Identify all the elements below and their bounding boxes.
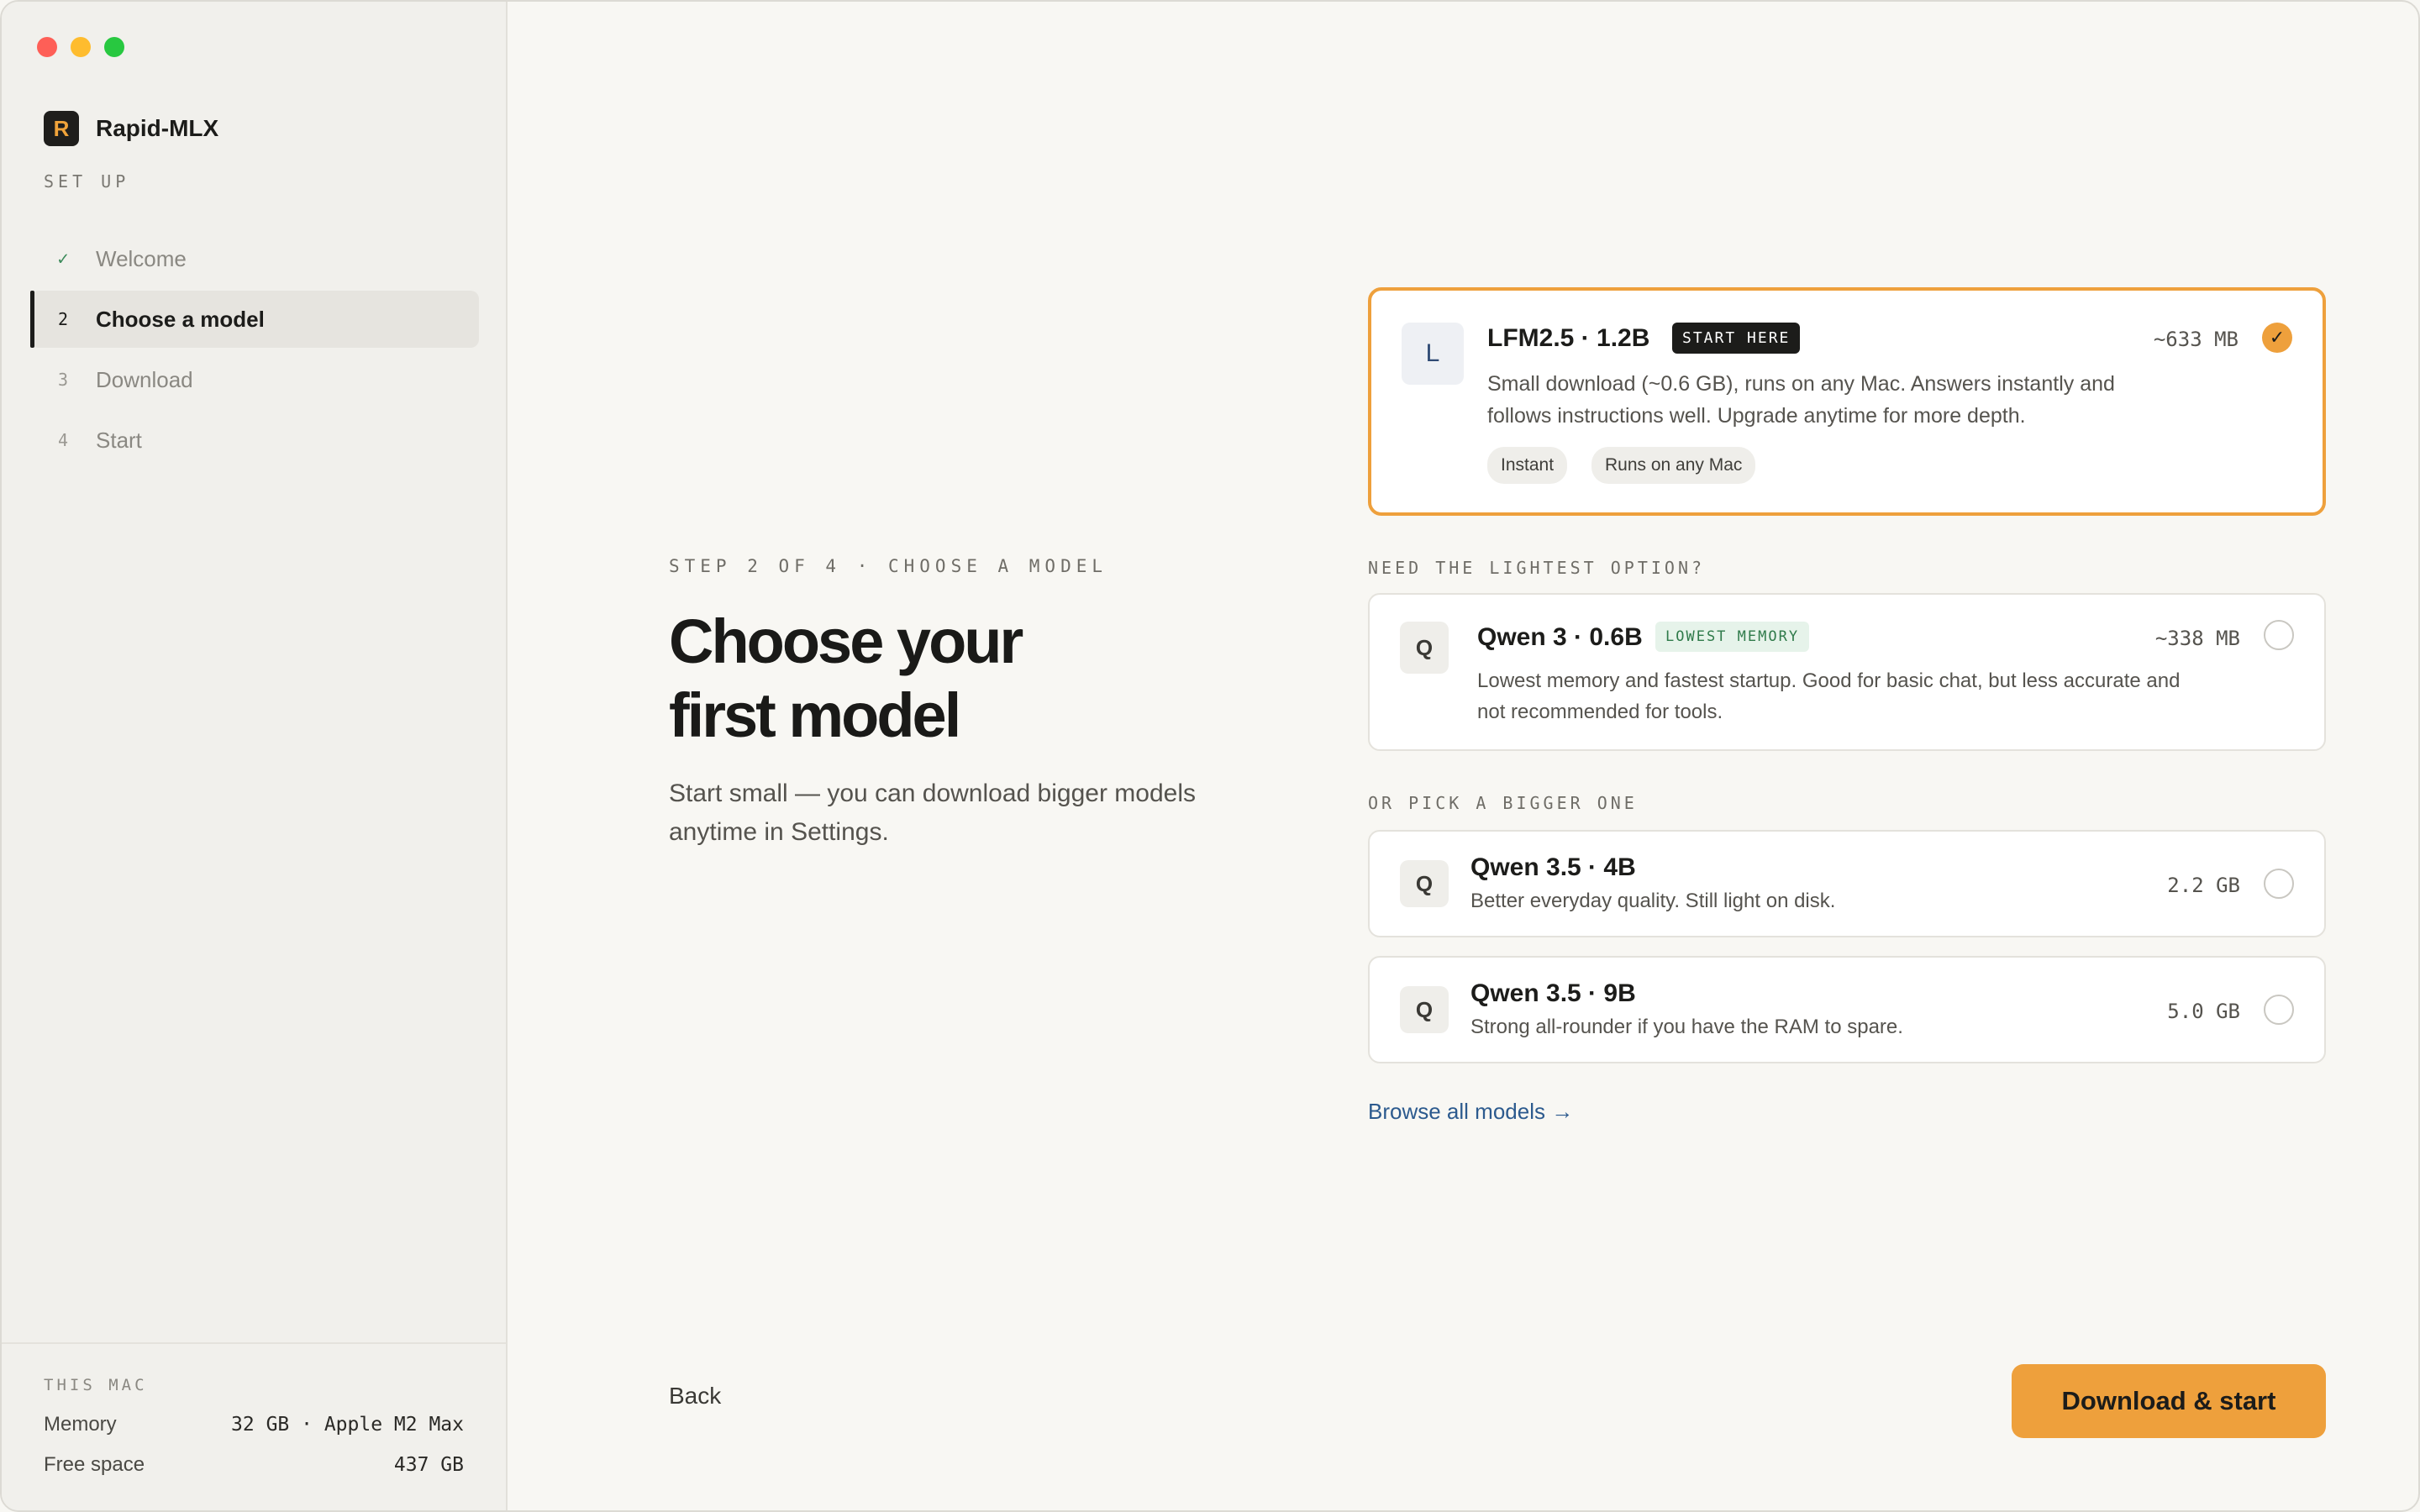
model-avatar: Q <box>1400 986 1449 1033</box>
zoom-window-button[interactable] <box>104 37 124 57</box>
model-card-qwen3-0-6b[interactable]: Q Qwen 3 · 0.6B LOWEST MEMORY ~338 MB Lo… <box>1368 593 2326 751</box>
bigger-section-label: OR PICK A BIGGER ONE <box>1368 793 1638 813</box>
step-number: 4 <box>57 430 69 450</box>
memory-row: Memory 32 GB · Apple M2 Max <box>44 1404 464 1445</box>
brand: R Rapid-MLX <box>44 111 218 146</box>
model-description: Better everyday quality. Still light on … <box>1470 890 1836 912</box>
sidebar: R Rapid-MLX SET UP ✓ Welcome 2 Choose a … <box>2 2 508 1510</box>
model-size: 5.0 GB <box>2167 1000 2240 1023</box>
model-description-line-2: not recommended for tools. <box>1477 701 1723 723</box>
lightest-section-label: NEED THE LIGHTEST OPTION? <box>1368 558 1706 578</box>
app-window: R Rapid-MLX SET UP ✓ Welcome 2 Choose a … <box>0 0 2420 1512</box>
model-list: L LFM2.5 · 1.2B START HERE ~633 MB ✓ Sma… <box>1368 287 2326 1125</box>
page-subtitle: Start small — you can download bigger mo… <box>669 780 1196 846</box>
checkmark-icon: ✓ <box>57 248 69 270</box>
intro-column: STEP 2 OF 4 · CHOOSE A MODEL Choose your… <box>669 556 1257 852</box>
page-title-line-2: first model <box>669 680 961 750</box>
model-title: Qwen 3 · 0.6B <box>1477 623 1643 651</box>
step-choose-model[interactable]: 2 Choose a model <box>30 291 479 348</box>
model-size: 2.2 GB <box>2167 874 2240 897</box>
model-description-line-2: follows instructions well. Upgrade anyti… <box>1487 404 2026 428</box>
model-avatar: Q <box>1400 860 1449 907</box>
step-number: 2 <box>57 309 69 329</box>
page-title-line-1: Choose your <box>669 606 1023 676</box>
step-start[interactable]: 4 Start <box>30 412 479 469</box>
model-select-radio[interactable] <box>2264 995 2294 1025</box>
model-card-lfm2-5[interactable]: L LFM2.5 · 1.2B START HERE ~633 MB ✓ Sma… <box>1368 287 2326 516</box>
model-size: ~338 MB <box>2154 627 2240 650</box>
step-welcome[interactable]: ✓ Welcome <box>30 230 479 287</box>
model-avatar: L <box>1402 323 1464 385</box>
setup-section-label: SET UP <box>44 171 130 192</box>
browse-all-models-link[interactable]: Browse all models → <box>1368 1099 2326 1125</box>
tag-instant: Instant <box>1487 447 1568 484</box>
model-title: Qwen 3.5 · 9B <box>1470 979 1636 1007</box>
step-label: Choose a model <box>96 306 265 332</box>
step-eyebrow: STEP 2 OF 4 · CHOOSE A MODEL <box>669 556 1108 576</box>
page-title: Choose your first model <box>669 605 1257 753</box>
model-select-radio[interactable]: ✓ <box>2262 323 2292 353</box>
model-select-radio[interactable] <box>2264 869 2294 899</box>
model-description: Lowest memory and fastest startup. Good … <box>1477 665 2284 727</box>
model-size: ~633 MB <box>2153 328 2238 351</box>
start-here-badge: START HERE <box>1672 323 1801 354</box>
step-label: Welcome <box>96 245 187 271</box>
memory-value: 32 GB · Apple M2 Max <box>231 1414 464 1436</box>
this-mac-panel: THIS MAC Memory 32 GB · Apple M2 Max Fre… <box>2 1342 506 1485</box>
minimize-window-button[interactable] <box>71 37 91 57</box>
model-select-radio[interactable] <box>2264 620 2294 650</box>
lowest-memory-badge: LOWEST MEMORY <box>1655 622 1810 652</box>
model-title: Qwen 3.5 · 4B <box>1470 853 1636 881</box>
step-number: 3 <box>57 370 69 390</box>
download-and-start-button[interactable]: Download & start <box>2012 1364 2326 1438</box>
checkmark-icon: ✓ <box>2269 327 2286 348</box>
window-controls <box>37 37 124 57</box>
model-card-qwen3-5-9b[interactable]: Q Qwen 3.5 · 9B Strong all-rounder if yo… <box>1368 956 2326 1063</box>
model-description: Small download (~0.6 GB), runs on any Ma… <box>1487 368 2244 432</box>
step-label: Start <box>96 427 142 453</box>
model-description: Strong all-rounder if you have the RAM t… <box>1470 1016 1903 1038</box>
close-window-button[interactable] <box>37 37 57 57</box>
model-description-line-1: Lowest memory and fastest startup. Good … <box>1477 669 2181 692</box>
memory-label: Memory <box>44 1413 117 1436</box>
setup-steps: ✓ Welcome 2 Choose a model 3 Download 4 … <box>30 230 479 472</box>
free-space-label: Free space <box>44 1453 145 1476</box>
step-label: Download <box>96 366 193 392</box>
app-logo-icon: R <box>44 111 79 146</box>
app-name: Rapid-MLX <box>96 115 219 141</box>
free-space-value: 437 GB <box>393 1454 464 1476</box>
tag-runs-on-any-mac: Runs on any Mac <box>1591 447 1756 484</box>
model-description-line-1: Small download (~0.6 GB), runs on any Ma… <box>1487 372 2115 396</box>
step-download[interactable]: 3 Download <box>30 351 479 408</box>
model-card-qwen3-5-4b[interactable]: Q Qwen 3.5 · 4B Better everyday quality.… <box>1368 830 2326 937</box>
this-mac-title: THIS MAC <box>44 1376 148 1394</box>
free-space-row: Free space 437 GB <box>44 1445 464 1485</box>
back-button[interactable]: Back <box>669 1383 721 1410</box>
model-avatar: Q <box>1400 622 1449 674</box>
model-title: LFM2.5 · 1.2B <box>1487 324 1650 352</box>
